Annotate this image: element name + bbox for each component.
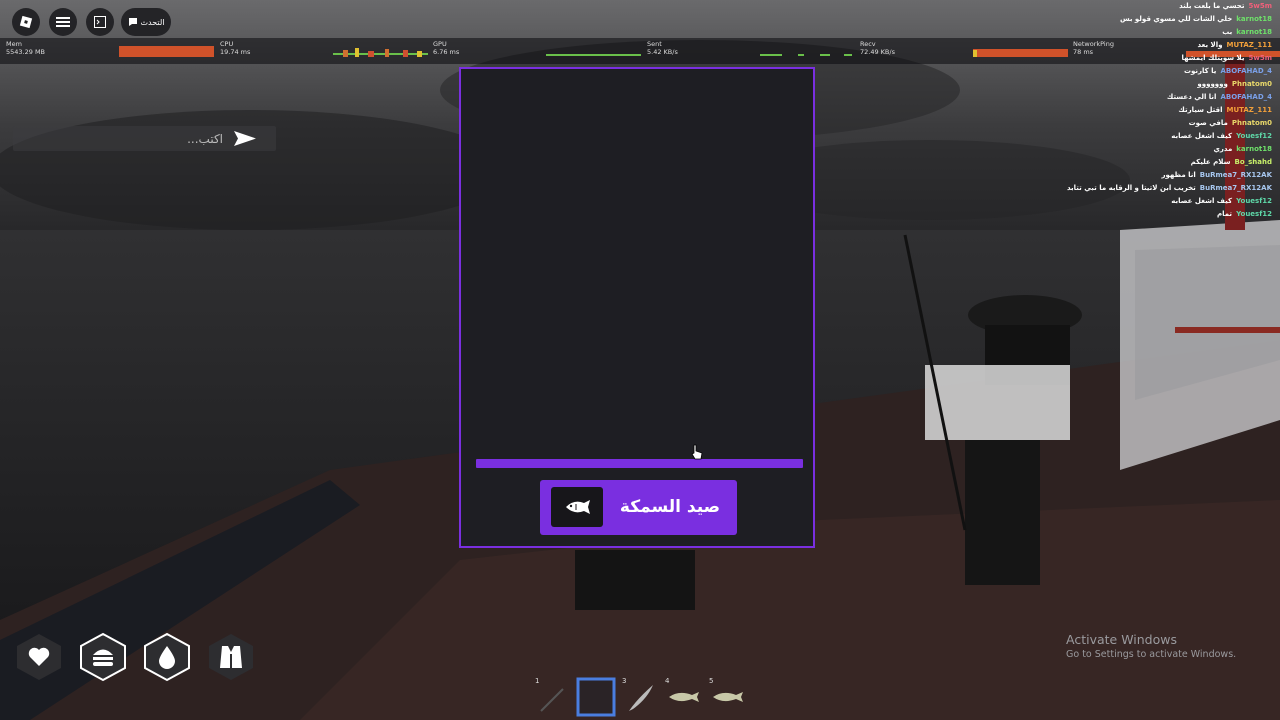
activate-windows-watermark: Activate Windows Go to Settings to activ… [1066,632,1236,660]
chat-message-text: مدري [1213,145,1233,153]
chat-message: يلا سويتلك ايمشها 5w5m [1042,52,1272,65]
hotbar-slot-4[interactable] [664,677,704,717]
mouse-cursor-icon [691,444,703,460]
chat-message-text: بب [1222,28,1233,36]
stat-recv[interactable]: Recv 72.49 KB/s [860,40,1068,62]
chat-message: بب karnot18 [1042,26,1272,39]
chat-message: ووووووو Phnatom0 [1042,78,1272,91]
roblox-menu-button[interactable] [12,8,40,36]
fish-item-icon [669,692,699,702]
chat-username[interactable]: Youesf12 [1236,208,1272,221]
chat-message-text: خلي الشات للي مسوي قولو بس [1119,15,1233,23]
chat-message-text: يا كارنوت [1183,67,1217,75]
mem-graph [119,46,214,57]
send-icon[interactable] [234,131,256,146]
dev-console-button[interactable] [86,8,114,36]
chat-username[interactable]: karnot18 [1236,13,1272,26]
hotbar-slot-2[interactable] [576,677,616,717]
chat-username[interactable]: Phnatom0 [1232,117,1272,130]
chat-username[interactable]: Phnatom0 [1232,78,1272,91]
hotbar-slot-3[interactable] [621,677,661,717]
fishing-panel: صيد السمكة [459,67,815,548]
chat-message: تمام Youesf12 [1042,208,1272,221]
watermark-subtitle: Go to Settings to activate Windows. [1066,649,1237,660]
sent-graph [760,54,852,56]
chat-message: انا مظهور BuRmea7_RX12AK [1042,169,1272,182]
chat-message: مدري karnot18 [1042,143,1272,156]
catch-fish-button[interactable]: صيد السمكة [540,480,737,535]
chat-icon [128,18,137,26]
chat-log[interactable]: تحسي ما بلعت بلند 5w5m خلي الشات للي مسوي … [1042,0,1272,221]
chat-username[interactable]: MUTAZ_111 [1227,104,1273,117]
chat-message-text: اقتل سيارتك [1178,106,1223,114]
stat-sent[interactable]: Sent 5.42 KB/s [647,40,855,62]
chat-input-bar [13,126,276,151]
hamburger-button[interactable] [49,8,77,36]
chat-message-text: تمام [1216,210,1233,218]
chat-message: تحسي ما بلعت بلند 5w5m [1042,0,1272,13]
catch-fish-label: صيد السمكة [619,497,721,517]
fish-icon [566,500,590,514]
fish-icon-box [551,487,603,527]
chat-message: والا بعد MUTAZ_111 [1042,39,1272,52]
chat-message: اقتل سيارتك MUTAZ_111 [1042,104,1272,117]
stat-mem[interactable]: Mem 5543.29 MB [6,40,214,62]
chat-toggle-button[interactable]: التحدث [121,8,171,36]
chat-username[interactable]: 5w5m [1248,52,1272,65]
chat-message-text: يلا سويتلك ايمشها [1181,54,1245,62]
chat-message: تخريب ابن لاتيتا و الرقابه ما تبي تتابد B… [1042,182,1272,195]
chat-username[interactable]: Bo_shahd [1234,156,1272,169]
chat-message-text: سلام عليكم [1190,158,1231,166]
feather-icon [629,685,653,711]
fish-item-icon [713,692,743,702]
hamburger-icon [56,17,70,27]
chat-username[interactable]: Youesf12 [1236,130,1272,143]
chat-message-text: كيف اشغل عصابه [1171,132,1233,140]
chat-username[interactable]: karnot18 [1236,143,1272,156]
chat-message-text: انا مظهور [1161,171,1196,179]
chat-message: كيف اشغل عصابه Youesf12 [1042,130,1272,143]
chat-message: خلي الشات للي مسوي قولو بس karnot18 [1042,13,1272,26]
thirst-indicator [144,632,190,682]
stat-cpu[interactable]: CPU 19.74 ms [220,40,428,62]
chat-username[interactable]: MUTAZ_111 [1227,39,1273,52]
chat-username[interactable]: 5w5m [1248,0,1272,13]
watermark-title: Activate Windows [1066,632,1177,647]
chat-message-text: تحسي ما بلعت بلند [1179,2,1245,10]
chat-message: كيف اشغل عصابه Youesf12 [1042,195,1272,208]
cpu-graph [333,48,428,57]
chat-message: يا كارنوت ABOFAHAD_4 [1042,65,1272,78]
chat-username[interactable]: ABOFAHAD_4 [1220,91,1272,104]
chat-message: مافي صوت Phnatom0 [1042,117,1272,130]
chat-username[interactable]: BuRmea7_RX12AK [1200,182,1272,195]
chat-username[interactable]: Youesf12 [1236,195,1272,208]
chat-message-text: والا بعد [1197,41,1223,49]
chat-username[interactable]: BuRmea7_RX12AK [1200,169,1272,182]
chat-toggle-label: التحدث [140,17,165,27]
chat-message-text: ووووووو [1197,80,1228,88]
chat-message: سلام عليكم Bo_shahd [1042,156,1272,169]
chat-username[interactable]: ABOFAHAD_4 [1220,65,1272,78]
chat-message: انا الي دعستك ABOFAHAD_4 [1042,91,1272,104]
console-icon [94,16,106,28]
chat-message-text: كيف اشغل عصابه [1171,197,1233,205]
chat-message-text: مافي صوت [1188,119,1228,127]
armor-indicator [209,634,253,680]
fishing-rod-icon [540,688,564,712]
stat-gpu[interactable]: GPU 6.76 ms [433,40,641,62]
fishing-progress-bar [476,459,803,468]
chat-message-text: انا الي دعستك [1166,93,1217,101]
hunger-indicator [80,632,126,682]
hotbar-slot-1[interactable] [531,677,571,717]
hotbar-slot-5[interactable] [708,677,748,717]
roblox-logo-icon [19,15,33,29]
gpu-graph [546,54,641,56]
chat-input[interactable] [21,129,225,149]
chat-message-text: تخريب ابن لاتيتا و الرقابه ما تبي تتابد [1067,184,1196,192]
health-indicator [17,634,61,680]
chat-username[interactable]: karnot18 [1236,26,1272,39]
